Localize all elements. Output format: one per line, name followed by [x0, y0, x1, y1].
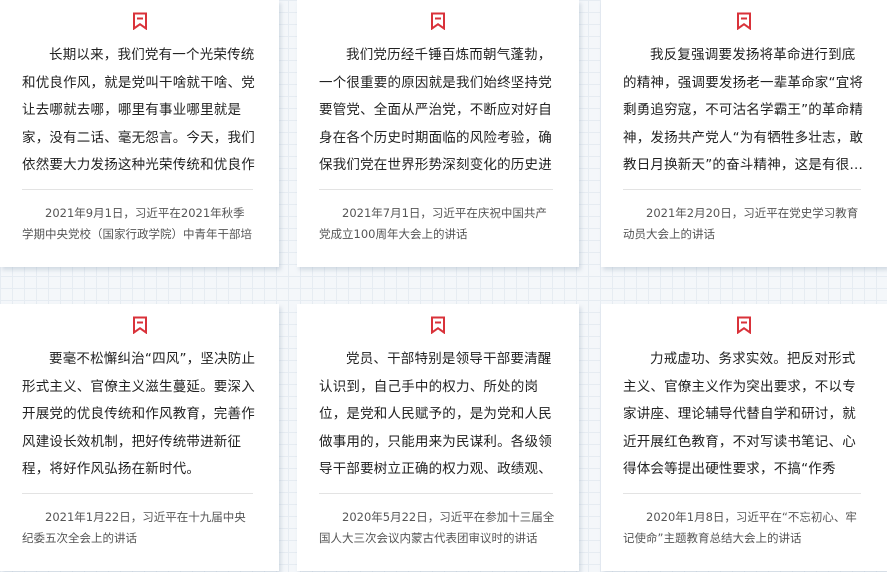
divider	[22, 189, 253, 190]
bookmark-icon	[736, 316, 752, 334]
divider	[623, 189, 861, 190]
quote-source: 2021年2月20日，习近平在党史学习教育动员大会上的讲话	[623, 206, 859, 241]
quote-source: 2021年1月22日，习近平在十九届中央纪委五次全会上的讲话	[22, 510, 246, 545]
bookmark-icon	[430, 316, 446, 334]
quote-card[interactable]: 要毫不松懈纠治“四风”，坚决防止形式主义、官僚主义滋生蔓延。要深入开展党的优良传…	[0, 304, 279, 571]
bookmark-icon	[132, 316, 148, 334]
bookmark-icon	[430, 12, 446, 30]
bookmark-icon	[736, 12, 752, 30]
quote-card[interactable]: 我们党历经千锤百炼而朝气蓬勃，一个很重要的原因就是我们始终坚持党要管党、全面从严…	[297, 0, 579, 267]
divider	[319, 189, 553, 190]
quote-card[interactable]: 党员、干部特别是领导干部要清醒认识到，自己手中的权力、所处的岗位，是党和人民赋予…	[297, 304, 579, 571]
bookmark-icon	[132, 12, 148, 30]
quote-text: 长期以来，我们党有一个光荣传统和优良作风，就是党叫干啥就干啥、党让去哪就去哪，哪…	[22, 47, 255, 173]
quote-source: 2020年1月8日，习近平在“不忘初心、牢记使命”主题教育总结大会上的讲话	[623, 510, 857, 545]
quote-card[interactable]: 力戒虚功、务求实效。把反对形式主义、官僚主义作为突出要求，不以专家讲座、理论辅导…	[601, 304, 887, 571]
quote-text: 要毫不松懈纠治“四风”，坚决防止形式主义、官僚主义滋生蔓延。要深入开展党的优良传…	[22, 351, 256, 477]
quote-card[interactable]: 我反复强调要发扬将革命进行到底的精神，强调要发扬老一辈革命家“宜将剩勇追穷寇，不…	[601, 0, 887, 267]
quote-card-grid: 长期以来，我们党有一个光荣传统和优良作风，就是党叫干啥就干啥、党让去哪就去哪，哪…	[0, 0, 887, 572]
quote-source: 2021年7月1日，习近平在庆祝中国共产党成立100周年大会上的讲话	[319, 206, 547, 241]
divider	[623, 493, 861, 494]
divider	[22, 493, 253, 494]
quote-source: 2020年5月22日，习近平在参加十三届全国人大三次会议内蒙古代表团审议时的讲话	[319, 510, 555, 545]
quote-text: 我反复强调要发扬将革命进行到底的精神，强调要发扬老一辈革命家“宜将剩勇追穷寇，不…	[623, 47, 864, 173]
quote-source: 2021年9月1日，习近平在2021年秋季学期中央党校（国家行政学院）中青年干部…	[22, 206, 252, 241]
quote-text: 我们党历经千锤百炼而朝气蓬勃，一个很重要的原因就是我们始终坚持党要管党、全面从严…	[319, 47, 552, 173]
quote-text: 党员、干部特别是领导干部要清醒认识到，自己手中的权力、所处的岗位，是党和人民赋予…	[319, 351, 552, 477]
divider	[319, 493, 553, 494]
quote-card[interactable]: 长期以来，我们党有一个光荣传统和优良作风，就是党叫干啥就干啥、党让去哪就去哪，哪…	[0, 0, 279, 267]
quote-text: 力戒虚功、务求实效。把反对形式主义、官僚主义作为突出要求，不以专家讲座、理论辅导…	[623, 351, 856, 477]
